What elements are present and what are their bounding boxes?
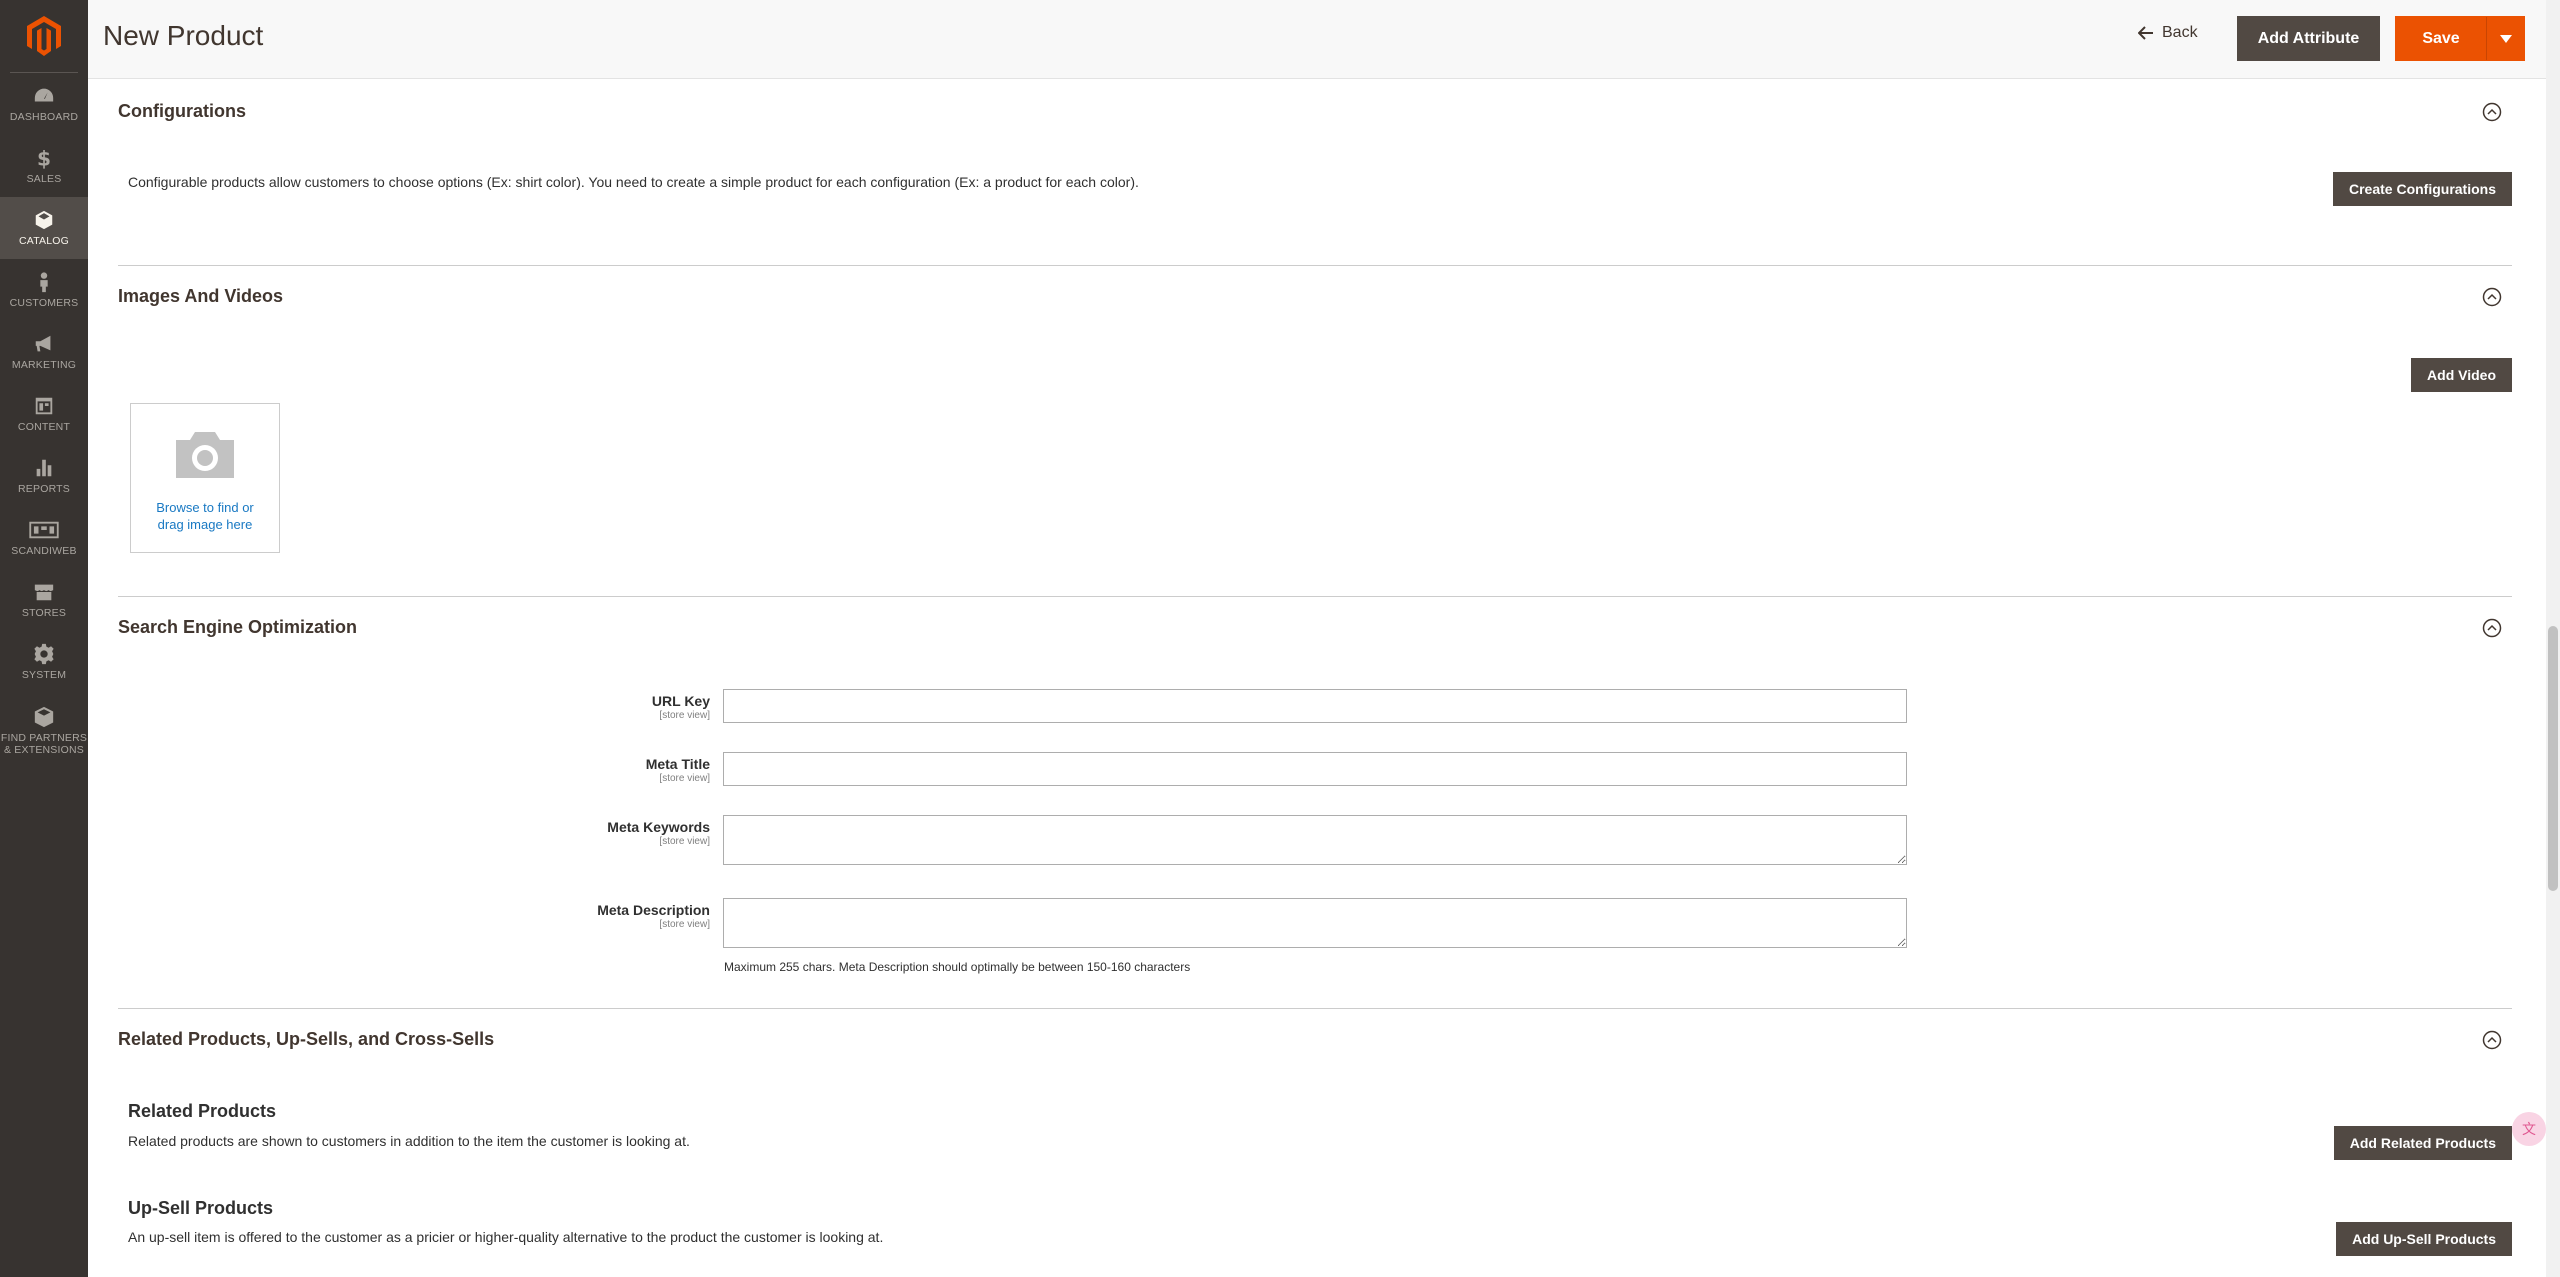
upsell-products-description: An up-sell item is offered to the custom…: [128, 1229, 884, 1245]
dropzone-text-line2[interactable]: drag image here: [131, 516, 279, 533]
gear-icon: [34, 643, 54, 665]
collapse-icon[interactable]: [2482, 102, 2502, 122]
scandiweb-icon: [29, 521, 59, 539]
product-form: Configurations Configurable products all…: [118, 80, 2512, 1277]
sidebar-item-label: Find Partners & Extensions: [0, 732, 88, 756]
related-products-title: Related Products: [128, 1101, 277, 1121]
sidebar-item-label: Sales: [26, 173, 62, 185]
scope-label: [store view]: [659, 919, 710, 930]
caret-down-icon: [2499, 34, 2512, 43]
configurations-description: Configurable products allow customers to…: [128, 174, 1139, 190]
sidebar-item-label: Customers: [9, 297, 79, 309]
sidebar-item-marketing[interactable]: Marketing: [0, 321, 88, 383]
sidebar-item-label: Dashboard: [9, 111, 79, 123]
layout-icon: [35, 397, 53, 415]
magento-logo[interactable]: [0, 0, 88, 72]
cube-icon: [34, 706, 54, 728]
url-key-input[interactable]: [723, 689, 1907, 723]
meta-keywords-textarea[interactable]: [723, 815, 1907, 865]
person-icon: [40, 272, 48, 293]
store-icon: [34, 584, 54, 601]
dashboard-icon: [34, 88, 54, 102]
scope-label: [store view]: [659, 773, 710, 784]
meta-description-textarea[interactable]: [723, 898, 1907, 948]
sidebar-item-reports[interactable]: Reports: [0, 445, 88, 507]
image-upload-dropzone[interactable]: Browse to find or drag image here: [130, 403, 280, 553]
sidebar-item-dashboard[interactable]: Dashboard: [0, 73, 88, 135]
meta-keywords-label: Meta Keywords: [607, 819, 710, 835]
back-button[interactable]: Back: [2138, 24, 2198, 42]
collapse-icon[interactable]: [2482, 1030, 2502, 1050]
images-videos-section: Images And Videos Add Video Browse to fi…: [118, 266, 2512, 597]
translate-widget-icon[interactable]: 文: [2512, 1112, 2546, 1146]
arrow-left-icon: [2138, 26, 2153, 40]
sidebar-item-label: Reports: [18, 483, 70, 495]
add-attribute-button[interactable]: Add Attribute: [2237, 16, 2380, 61]
meta-title-label: Meta Title: [645, 756, 710, 772]
sidebar-item-scandiweb[interactable]: Scandiweb: [0, 507, 88, 569]
scope-label: [store view]: [659, 710, 710, 721]
sidebar-item-label: System: [21, 669, 67, 681]
scrollbar-thumb[interactable]: [2548, 626, 2558, 891]
collapse-icon[interactable]: [2482, 287, 2502, 307]
camera-icon: [176, 432, 234, 478]
meta-description-note: Maximum 255 chars. Meta Description shou…: [724, 960, 1191, 974]
box-icon: [35, 210, 53, 230]
sidebar-item-stores[interactable]: Stores: [0, 569, 88, 631]
sidebar-item-label: Catalog: [18, 235, 70, 247]
megaphone-icon: [35, 335, 51, 352]
add-video-button[interactable]: Add Video: [2411, 358, 2512, 392]
meta-title-input[interactable]: [723, 752, 1907, 786]
meta-description-label: Meta Description: [597, 902, 710, 918]
sidebar-item-label: Content: [17, 421, 71, 433]
upsell-products-title: Up-Sell Products: [128, 1198, 274, 1218]
bar-chart-icon: [36, 459, 52, 477]
sidebar-item-label: Stores: [21, 607, 67, 619]
add-upsell-products-button[interactable]: Add Up-Sell Products: [2336, 1222, 2512, 1256]
sidebar-item-content[interactable]: Content: [0, 383, 88, 445]
sidebar-item-find-partners[interactable]: Find Partners & Extensions: [0, 693, 88, 769]
create-configurations-button[interactable]: Create Configurations: [2332, 172, 2512, 206]
back-label: Back: [2162, 24, 2198, 41]
page-title: New Product: [103, 20, 264, 51]
seo-section: Search Engine Optimization URL Key [stor…: [118, 597, 2512, 1009]
seo-title[interactable]: Search Engine Optimization: [118, 617, 357, 638]
related-products-section: Related Products, Up-Sells, and Cross-Se…: [118, 1009, 2512, 1277]
sidebar-item-system[interactable]: System: [0, 631, 88, 693]
svg-text:$: $: [37, 147, 51, 169]
sidebar-item-sales[interactable]: $ Sales: [0, 135, 88, 197]
sidebar-item-label: Scandiweb: [11, 545, 77, 557]
add-related-products-button[interactable]: Add Related Products: [2333, 1126, 2512, 1160]
dollar-icon: $: [37, 147, 51, 169]
sidebar-item-catalog[interactable]: Catalog: [0, 197, 88, 259]
admin-sidebar: Dashboard $ Sales Catalog Customers Mark…: [0, 0, 88, 1277]
page-scrollbar[interactable]: [2546, 0, 2560, 1277]
configurations-title[interactable]: Configurations: [118, 101, 246, 122]
save-options-toggle[interactable]: [2486, 17, 2524, 60]
images-videos-title[interactable]: Images And Videos: [118, 286, 283, 307]
scope-label: [store view]: [659, 836, 710, 847]
magento-logo-icon: [27, 16, 61, 56]
related-section-title[interactable]: Related Products, Up-Sells, and Cross-Se…: [118, 1029, 494, 1050]
sidebar-item-label: Marketing: [11, 359, 77, 371]
save-button[interactable]: Save: [2396, 17, 2486, 60]
related-products-description: Related products are shown to customers …: [128, 1133, 690, 1149]
sidebar-item-customers[interactable]: Customers: [0, 259, 88, 321]
collapse-icon[interactable]: [2482, 618, 2502, 638]
save-split-button: Save: [2395, 16, 2525, 61]
configurations-section: Configurations Configurable products all…: [118, 80, 2512, 266]
dropzone-text-line1[interactable]: Browse to find or: [131, 499, 279, 516]
page-header: New Product Back Add Attribute Save: [88, 0, 2560, 79]
url-key-label: URL Key: [651, 693, 710, 709]
